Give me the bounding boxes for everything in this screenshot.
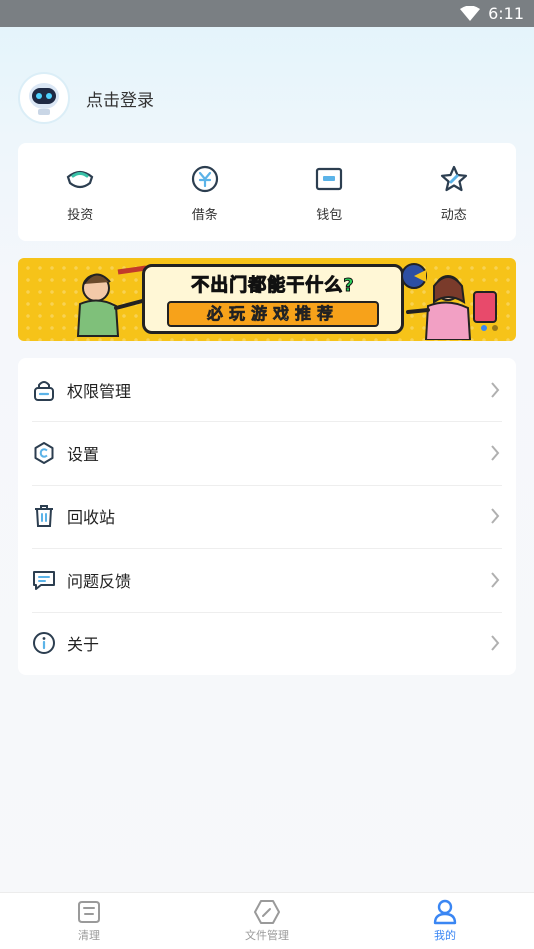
menu-item-label: 设置	[67, 445, 100, 465]
avatar[interactable]	[18, 72, 70, 124]
quick-action-wallet[interactable]: 钱包	[267, 143, 392, 241]
banner-headline-box: 不出门都能干什么? 必玩游戏推荐	[142, 264, 404, 334]
pagination-dot-active[interactable]	[481, 325, 487, 331]
tab-label: 清理	[78, 929, 100, 942]
feedback-icon	[32, 568, 56, 592]
file-manage-icon	[254, 900, 280, 924]
quick-action-label: 钱包	[316, 207, 343, 223]
banner-subtitle: 必玩游戏推荐	[167, 301, 379, 327]
invest-icon	[63, 162, 97, 196]
iou-icon	[188, 162, 222, 196]
status-time: 6:11	[488, 4, 524, 23]
status-bar: 6:11	[0, 0, 534, 27]
menu-item-feedback[interactable]: 问题反馈	[18, 548, 516, 611]
quick-action-iou[interactable]: 借条	[143, 143, 268, 241]
star-icon	[437, 162, 471, 196]
login-link[interactable]: 点击登录	[86, 86, 154, 111]
tab-file-manage[interactable]: 文件管理	[178, 893, 356, 949]
menu-item-recycle-bin[interactable]: 回收站	[18, 484, 516, 548]
chevron-right-icon	[491, 445, 500, 461]
pagination-dot[interactable]	[492, 325, 498, 331]
quick-action-label: 动态	[440, 207, 467, 223]
user-icon	[433, 899, 457, 925]
profile-header[interactable]: 点击登录	[18, 72, 154, 124]
lock-icon	[32, 378, 56, 402]
chevron-right-icon	[491, 382, 500, 398]
wallet-icon	[312, 162, 346, 196]
wifi-icon	[460, 5, 481, 21]
tab-label: 我的	[434, 929, 456, 942]
chevron-right-icon	[491, 572, 500, 588]
left-character-illustration	[76, 265, 148, 337]
menu-item-label: 关于	[67, 635, 100, 655]
quick-action-label: 借条	[191, 207, 218, 223]
chevron-right-icon	[491, 508, 500, 525]
clean-icon	[78, 901, 100, 923]
promo-banner[interactable]: 不出门都能干什么? 必玩游戏推荐	[18, 258, 516, 341]
tab-clean[interactable]: 清理	[0, 893, 178, 949]
tab-mine[interactable]: 我的	[356, 893, 534, 949]
chevron-right-icon	[491, 635, 500, 651]
robot-avatar-icon	[29, 83, 59, 115]
page: 6:11 点击登录 投资 借条 钱包 动态 不出门都能干什么? 必玩游戏推荐 权…	[0, 0, 534, 949]
trash-icon	[32, 504, 56, 528]
settings-icon	[32, 441, 56, 465]
menu-item-settings[interactable]: 设置	[18, 421, 516, 484]
bottom-tab-bar: 清理 文件管理 我的	[0, 892, 534, 949]
menu-item-permissions[interactable]: 权限管理	[18, 358, 516, 421]
banner-pagination	[476, 325, 498, 331]
menu-item-label: 问题反馈	[67, 571, 132, 591]
quick-actions-card: 投资 借条 钱包 动态	[18, 143, 516, 241]
banner-title: 不出门都能干什么?	[191, 275, 355, 297]
menu-item-label: 回收站	[67, 508, 116, 528]
quick-action-invest[interactable]: 投资	[18, 143, 143, 241]
quick-action-label: 投资	[67, 207, 94, 223]
info-icon	[32, 631, 56, 655]
menu-item-about[interactable]: 关于	[18, 611, 516, 675]
settings-menu-card: 权限管理 设置 回收站 问题反馈 关于	[18, 358, 516, 675]
quick-action-feed[interactable]: 动态	[392, 143, 517, 241]
menu-item-label: 权限管理	[67, 381, 132, 401]
tab-label: 文件管理	[245, 929, 289, 942]
